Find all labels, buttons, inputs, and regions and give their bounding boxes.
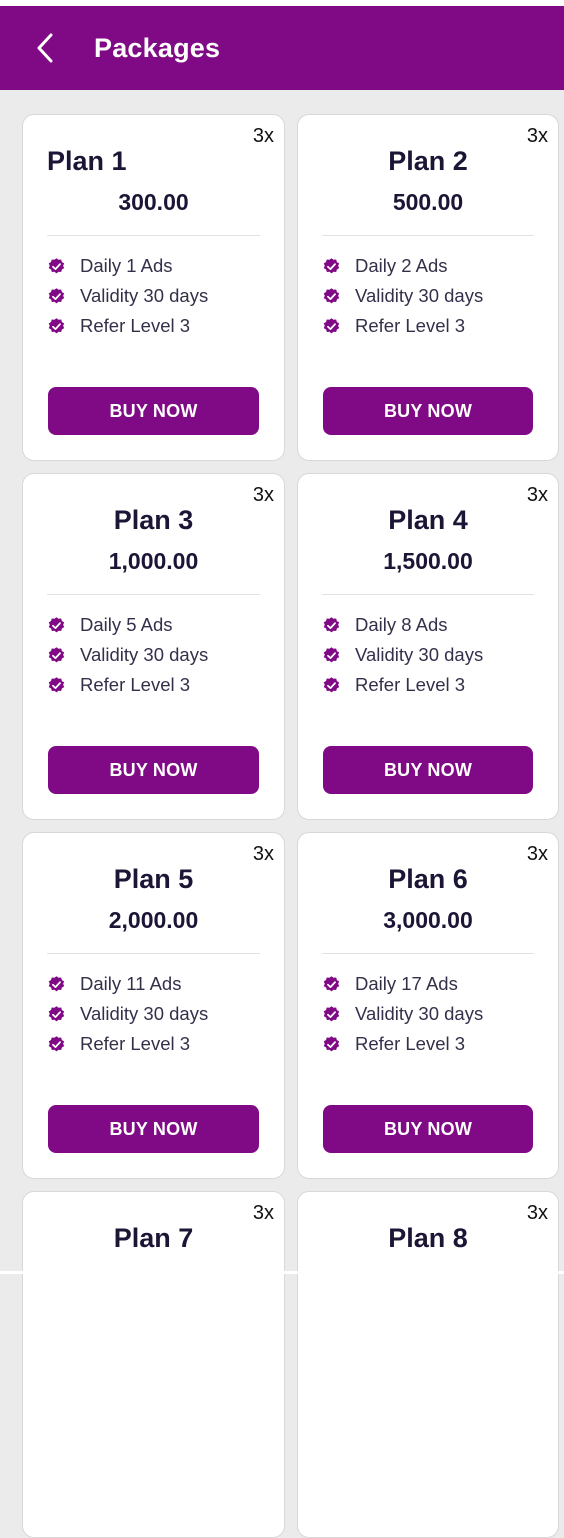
- plan-name: Plan 2: [388, 146, 468, 176]
- feature-item: Validity 30 days: [47, 999, 274, 1029]
- plan-price: 3,000.00: [383, 907, 473, 933]
- verified-check-icon: [323, 287, 340, 303]
- verified-check-icon: [48, 975, 65, 991]
- feature-text: Refer Level 3: [80, 315, 191, 336]
- feature-text: Daily 5 Ads: [80, 614, 173, 635]
- divider: [47, 594, 260, 595]
- divider: [47, 953, 260, 954]
- feature-text: Validity 30 days: [80, 644, 209, 665]
- plan-name: Plan 3: [113, 505, 194, 535]
- plan-price: 500.00: [392, 189, 464, 215]
- plan-card: 3x Plan 7: [22, 1191, 285, 1538]
- plan-card: 3x Plan 1 300.00 Daily 1 Ads Validity 30…: [22, 114, 285, 461]
- plan-name: Plan 7: [113, 1223, 194, 1253]
- feature-list: Daily 8 Ads Validity 30 days Refer Level…: [322, 610, 548, 700]
- verified-check-icon: [48, 287, 65, 303]
- feature-text: Validity 30 days: [80, 1003, 209, 1024]
- feature-text: Validity 30 days: [355, 285, 484, 306]
- verified-check-icon: [48, 646, 65, 662]
- app-header: Packages: [0, 6, 564, 90]
- buy-now-button[interactable]: BUY NOW: [48, 387, 259, 435]
- feature-item: Refer Level 3: [47, 670, 274, 700]
- divider: [322, 594, 534, 595]
- feature-item: Refer Level 3: [47, 1029, 274, 1059]
- buy-now-button[interactable]: BUY NOW: [323, 1105, 533, 1153]
- feature-item: Daily 8 Ads: [322, 610, 548, 640]
- feature-text: Daily 8 Ads: [355, 614, 448, 635]
- feature-text: Validity 30 days: [355, 644, 484, 665]
- feature-list: Daily 11 Ads Validity 30 days Refer Leve…: [47, 969, 274, 1059]
- back-button[interactable]: [30, 28, 60, 68]
- verified-check-icon: [48, 317, 65, 333]
- feature-item: Validity 30 days: [322, 999, 548, 1029]
- divider: [322, 953, 534, 954]
- feature-text: Refer Level 3: [355, 1033, 466, 1054]
- verified-check-icon: [323, 616, 340, 632]
- feature-item: Daily 5 Ads: [47, 610, 274, 640]
- feature-text: Validity 30 days: [80, 285, 209, 306]
- plan-name: Plan 4: [388, 505, 468, 535]
- feature-item: Daily 1 Ads: [47, 251, 274, 281]
- feature-item: Daily 11 Ads: [47, 969, 274, 999]
- feature-text: Refer Level 3: [355, 315, 466, 336]
- plan-price: 2,000.00: [108, 907, 199, 933]
- verified-check-icon: [48, 257, 65, 273]
- feature-item: Validity 30 days: [47, 640, 274, 670]
- buy-now-button[interactable]: BUY NOW: [48, 1105, 259, 1153]
- feature-text: Validity 30 days: [355, 1003, 484, 1024]
- buy-now-button[interactable]: BUY NOW: [323, 746, 533, 794]
- verified-check-icon: [323, 317, 340, 333]
- plan-card: 3x Plan 3 1,000.00 Daily 5 Ads Validity …: [22, 473, 285, 820]
- feature-text: Refer Level 3: [80, 1033, 191, 1054]
- feature-text: Daily 2 Ads: [355, 255, 448, 276]
- verified-check-icon: [48, 616, 65, 632]
- plan-card: 3x Plan 5 2,000.00 Daily 11 Ads Validity…: [22, 832, 285, 1179]
- feature-item: Refer Level 3: [322, 670, 548, 700]
- verified-check-icon: [48, 1035, 65, 1051]
- plan-name: Plan 1: [47, 146, 127, 176]
- verified-check-icon: [323, 975, 340, 991]
- feature-text: Refer Level 3: [355, 674, 466, 695]
- plan-card: 3x Plan 4 1,500.00 Daily 8 Ads Validity …: [297, 473, 559, 820]
- feature-item: Validity 30 days: [322, 640, 548, 670]
- feature-item: Validity 30 days: [322, 281, 548, 311]
- verified-check-icon: [48, 1005, 65, 1021]
- verified-check-icon: [323, 257, 340, 273]
- feature-item: Daily 17 Ads: [322, 969, 548, 999]
- divider: [47, 235, 260, 236]
- plan-price: 300.00: [118, 189, 189, 215]
- plan-card: 3x Plan 6 3,000.00 Daily 17 Ads Validity…: [297, 832, 559, 1179]
- feature-list: Daily 1 Ads Validity 30 days Refer Level…: [47, 251, 274, 341]
- feature-item: Refer Level 3: [322, 311, 548, 341]
- plan-price: 1,000.00: [108, 548, 199, 574]
- verified-check-icon: [323, 676, 340, 692]
- page-title: Packages: [94, 33, 221, 63]
- plan-name: Plan 5: [113, 864, 194, 894]
- feature-item: Refer Level 3: [47, 311, 274, 341]
- verified-check-icon: [323, 646, 340, 662]
- plan-card: 3x Plan 2 500.00 Daily 2 Ads Validity 30…: [297, 114, 559, 461]
- verified-check-icon: [323, 1005, 340, 1021]
- plan-price: 1,500.00: [383, 548, 473, 574]
- feature-text: Refer Level 3: [80, 674, 191, 695]
- feature-text: Daily 1 Ads: [80, 255, 173, 276]
- feature-item: Daily 2 Ads: [322, 251, 548, 281]
- feature-text: Daily 11 Ads: [80, 973, 182, 994]
- buy-now-button[interactable]: BUY NOW: [323, 387, 533, 435]
- plans-grid: 3x Plan 1 300.00 Daily 1 Ads Validity 30…: [22, 114, 559, 1538]
- chevron-left-icon: [37, 33, 53, 63]
- verified-check-icon: [323, 1035, 340, 1051]
- feature-list: Daily 2 Ads Validity 30 days Refer Level…: [322, 251, 548, 341]
- feature-list: Daily 5 Ads Validity 30 days Refer Level…: [47, 610, 274, 700]
- feature-list: Daily 17 Ads Validity 30 days Refer Leve…: [322, 969, 548, 1059]
- verified-check-icon: [48, 676, 65, 692]
- plan-card: 3x Plan 8: [297, 1191, 559, 1538]
- feature-item: Validity 30 days: [47, 281, 274, 311]
- divider: [322, 235, 534, 236]
- feature-text: Daily 17 Ads: [355, 973, 458, 994]
- feature-item: Refer Level 3: [322, 1029, 548, 1059]
- plan-name: Plan 8: [388, 1223, 468, 1253]
- plan-name: Plan 6: [388, 864, 468, 894]
- buy-now-button[interactable]: BUY NOW: [48, 746, 259, 794]
